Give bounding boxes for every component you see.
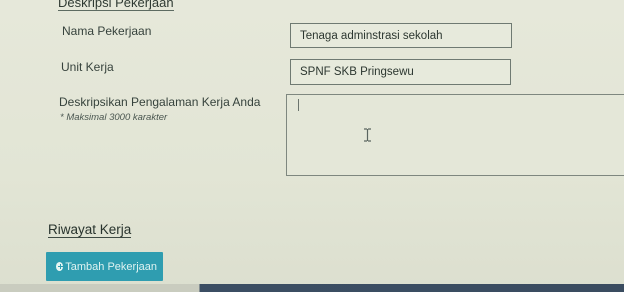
deskripsi-hint: * Maksimal 3000 karakter bbox=[60, 112, 168, 123]
text-caret bbox=[298, 99, 299, 111]
tambah-pekerjaan-label: Tambah Pekerjaan bbox=[65, 260, 157, 273]
text-cursor-icon bbox=[364, 128, 371, 142]
deskripsi-textarea[interactable] bbox=[286, 94, 624, 176]
deskripsi-label: Deskripsikan Pengalaman Kerja Anda bbox=[59, 95, 261, 109]
unit-kerja-field[interactable]: SPNF SKB Pringsewu bbox=[290, 59, 511, 85]
riwayat-kerja-heading: Riwayat Kerja bbox=[48, 222, 132, 238]
unit-kerja-value: SPNF SKB Pringsewu bbox=[300, 66, 414, 78]
plus-circle-icon bbox=[56, 262, 64, 271]
unit-kerja-label: Unit Kerja bbox=[61, 60, 114, 74]
taskbar-strip bbox=[0, 284, 624, 292]
nama-pekerjaan-field[interactable]: Tenaga adminstrasi sekolah bbox=[290, 23, 512, 48]
job-form-page: Deskripsi Pekerjaan Nama Pekerjaan Tenag… bbox=[0, 0, 624, 292]
nama-pekerjaan-value: Tenaga adminstrasi sekolah bbox=[300, 29, 443, 42]
section-heading: Deskripsi Pekerjaan bbox=[58, 0, 174, 11]
nama-pekerjaan-label: Nama Pekerjaan bbox=[62, 24, 152, 38]
tambah-pekerjaan-button[interactable]: Tambah Pekerjaan bbox=[46, 252, 163, 281]
